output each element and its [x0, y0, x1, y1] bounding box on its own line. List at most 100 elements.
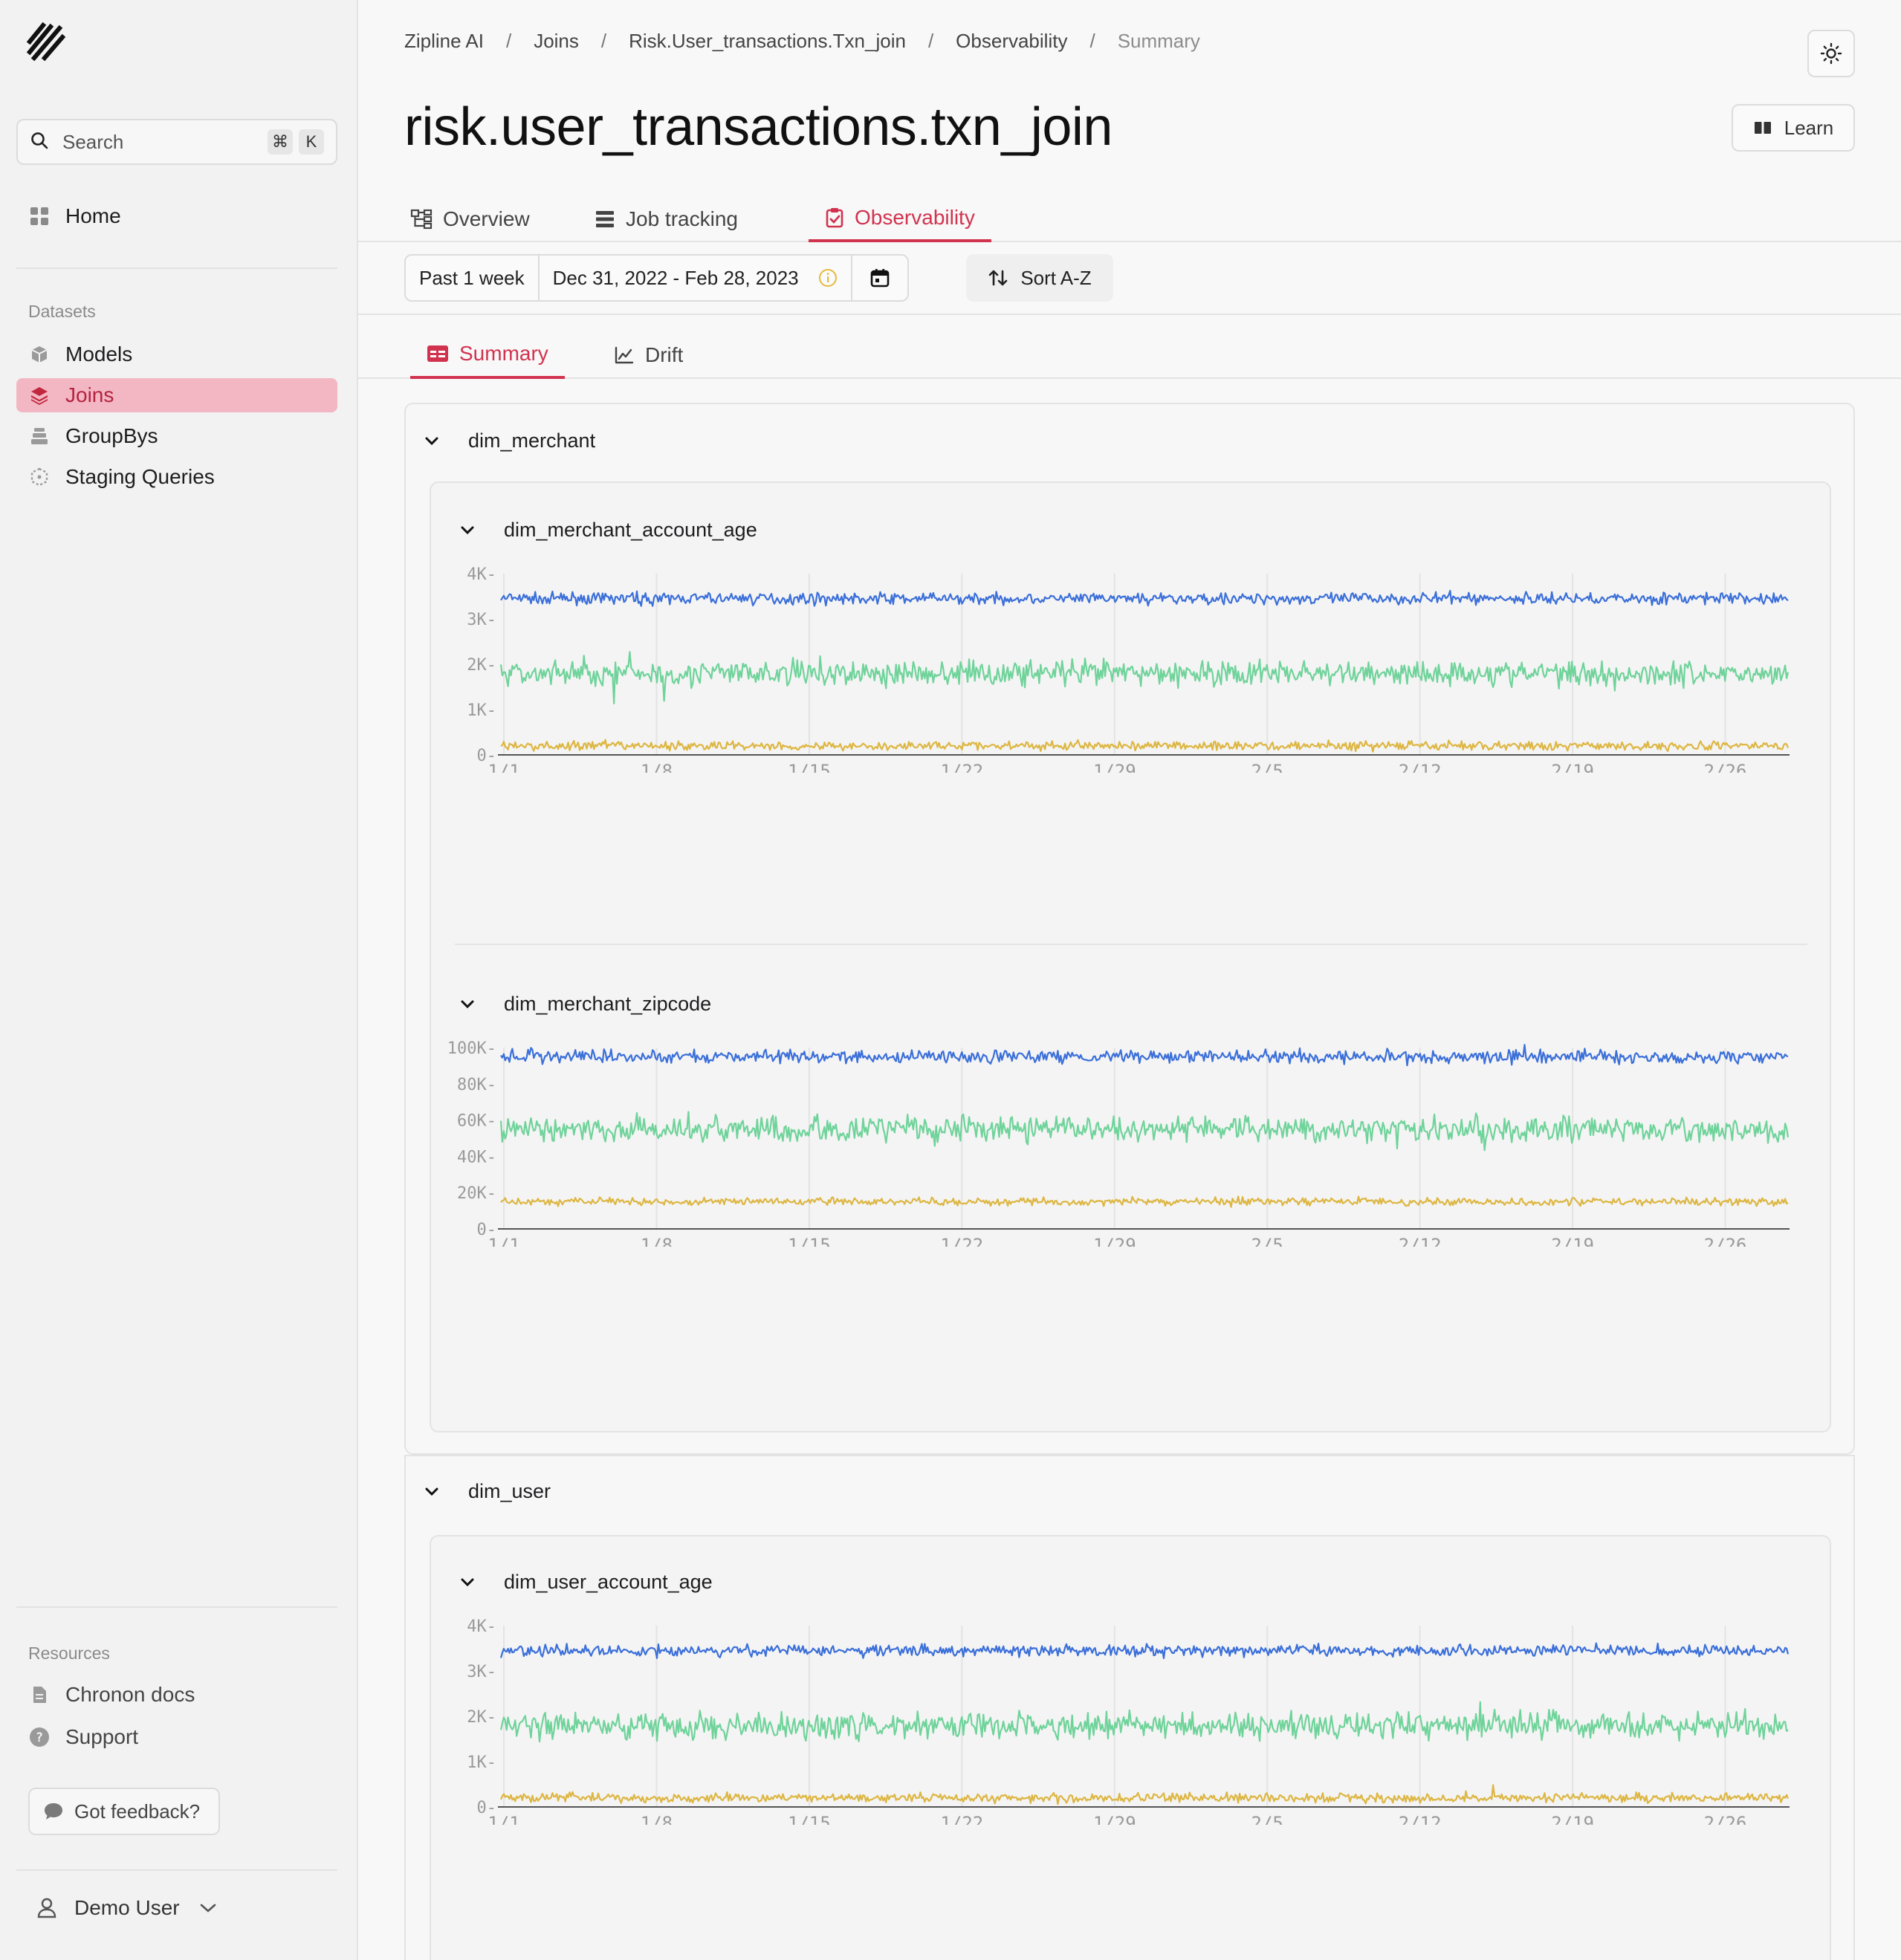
x-tick-label: 1/29: [1093, 1235, 1136, 1247]
tab-label: Job tracking: [626, 207, 738, 230]
sidebar-item-home[interactable]: Home: [16, 199, 337, 233]
feature-name: dim_merchant_account_age: [504, 519, 757, 541]
sort-label: Sort A-Z: [1020, 266, 1092, 289]
zipline-logo-icon[interactable]: [26, 22, 66, 62]
chevron-down-icon: [199, 1902, 217, 1914]
calendar-icon: [870, 268, 890, 288]
feature-chart[interactable]: 1/1 1/8 1/15 1/22 1/29 2/5 2/12 2/19 2/260-1K-2K…: [443, 557, 1819, 773]
subtab-label: Drift: [645, 343, 684, 366]
sidebar-item-label: Joins: [65, 383, 114, 406]
y-tick-label: 0-: [477, 747, 497, 765]
date-range-field[interactable]: Dec 31, 2022 - Feb 28, 2023: [540, 256, 852, 300]
tab-label: Observability: [855, 206, 975, 229]
tab-job-tracking[interactable]: Job tracking: [578, 196, 754, 242]
feature-header[interactable]: dim_user_account_age: [456, 1571, 713, 1594]
sidebar-item-label: Home: [65, 204, 121, 227]
filter-toolbar: Past 1 week Dec 31, 2022 - Feb 28, 2023: [358, 242, 1901, 315]
dashed-cube-icon: [28, 466, 51, 488]
learn-button[interactable]: Learn: [1732, 104, 1855, 152]
sidebar-item-chronon-docs[interactable]: Chronon docs: [16, 1678, 337, 1712]
x-tick-label: 2/12: [1399, 761, 1442, 773]
main-content: Zipline AI / Joins / Risk.User_transacti…: [357, 0, 1901, 1960]
series-line-1: [499, 1701, 1789, 1743]
learn-label: Learn: [1784, 116, 1834, 139]
x-tick-label: 2/26: [1704, 761, 1747, 773]
layers-icon: [28, 384, 51, 406]
table-icon: [427, 345, 449, 363]
info-icon[interactable]: [818, 268, 838, 288]
breadcrumb-item[interactable]: Zipline AI: [404, 30, 484, 53]
y-tick-label: 0-: [477, 1799, 497, 1817]
series-line-0: [499, 1642, 1790, 1659]
x-tick-label: 2/12: [1399, 1235, 1442, 1247]
tab-observability[interactable]: Observability: [809, 196, 991, 242]
series-line-2: [500, 1195, 1789, 1208]
sidebar-divider: [16, 1606, 337, 1608]
x-tick-label: 2/19: [1551, 1813, 1594, 1825]
tab-label: Overview: [443, 207, 530, 230]
search-box[interactable]: Search ⌘ K: [16, 119, 337, 165]
feature-chart[interactable]: 1/1 1/8 1/15 1/22 1/29 2/5 2/12 2/19 2/260-1K-2K…: [443, 1609, 1819, 1825]
feature-list: dim_user_account_age 1/1 1/8 1/15 1/22 1/29 2…: [430, 1535, 1831, 1960]
feature-chart[interactable]: 1/1 1/8 1/15 1/22 1/29 2/5 2/12 2/19 2/260-20K-4…: [443, 1031, 1819, 1247]
grid-icon: [28, 205, 51, 227]
sidebar-item-label: Support: [65, 1725, 139, 1748]
tab-overview[interactable]: Overview: [394, 196, 546, 242]
range-preset-button[interactable]: Past 1 week: [406, 256, 540, 300]
feature-header[interactable]: dim_merchant_account_age: [456, 519, 757, 542]
clipboard-check-icon: [825, 207, 844, 228]
y-tick-label: 4K-: [467, 1617, 496, 1636]
book-icon: [1753, 120, 1772, 136]
breadcrumb-item[interactable]: Joins: [534, 30, 579, 53]
sidebar-item-joins[interactable]: Joins: [16, 378, 337, 412]
feedback-label: Got feedback?: [74, 1800, 201, 1823]
sidebar-item-groupbys[interactable]: GroupBys: [16, 419, 337, 453]
sidebar-item-models[interactable]: Models: [16, 337, 337, 371]
sidebar-item-label: GroupBys: [65, 424, 158, 447]
sort-button[interactable]: Sort A-Z: [966, 254, 1113, 302]
user-icon: [37, 1898, 56, 1918]
y-tick-label: 1K-: [467, 701, 496, 720]
x-tick-label: 2/5: [1251, 1235, 1283, 1247]
breadcrumb-item[interactable]: Risk.User_transactions.Txn_join: [629, 30, 906, 53]
x-tick-label: 1/22: [940, 761, 983, 773]
feature-divider: [455, 944, 1807, 945]
document-icon: [28, 1684, 51, 1706]
breadcrumb-item[interactable]: Observability: [956, 30, 1067, 53]
feature-name: dim_merchant_zipcode: [504, 993, 712, 1015]
x-tick-label: 1/8: [641, 1235, 673, 1247]
k-key-hint: K: [299, 129, 324, 155]
chat-bubble-icon: [43, 1802, 64, 1821]
x-tick-label: 2/26: [1704, 1235, 1747, 1247]
feedback-button[interactable]: Got feedback?: [28, 1788, 220, 1835]
group-name: dim_merchant: [468, 429, 596, 452]
sun-icon: [1820, 42, 1842, 65]
y-tick-label: 4K-: [467, 565, 496, 584]
group-header[interactable]: dim_user: [406, 1480, 551, 1503]
sidebar-item-staging-queries[interactable]: Staging Queries: [16, 460, 337, 494]
y-tick-label: 100K-: [447, 1039, 496, 1058]
sidebar-item-support[interactable]: ? Support: [16, 1720, 337, 1754]
feature-group-panel: dim_merchant dim_merchant_account_age 1/…: [404, 403, 1855, 1455]
line-chart-icon: [614, 345, 635, 365]
list-icon: [595, 210, 615, 229]
svg-text:?: ?: [36, 1730, 43, 1745]
theme-toggle-button[interactable]: [1807, 30, 1855, 77]
command-key-hint: ⌘: [268, 129, 293, 155]
feature-header[interactable]: dim_merchant_zipcode: [456, 993, 711, 1016]
series-line-2: [500, 739, 1790, 753]
x-tick-label: 2/19: [1551, 761, 1594, 773]
group-header[interactable]: dim_merchant: [406, 429, 595, 452]
series-line-0: [500, 589, 1789, 607]
x-tick-label: 2/19: [1551, 1235, 1594, 1247]
chevron-down-icon: [456, 993, 479, 1016]
x-tick-label: 2/5: [1251, 1813, 1283, 1825]
chevron-down-icon: [421, 1481, 443, 1503]
user-menu[interactable]: Demo User: [37, 1896, 217, 1920]
date-range-label: Dec 31, 2022 - Feb 28, 2023: [552, 266, 799, 289]
tab-summary[interactable]: Summary: [410, 331, 565, 379]
x-tick-label: 1/22: [940, 1813, 983, 1825]
series-line-1: [499, 651, 1790, 705]
tab-drift[interactable]: Drift: [597, 331, 699, 379]
calendar-button[interactable]: [852, 256, 907, 300]
